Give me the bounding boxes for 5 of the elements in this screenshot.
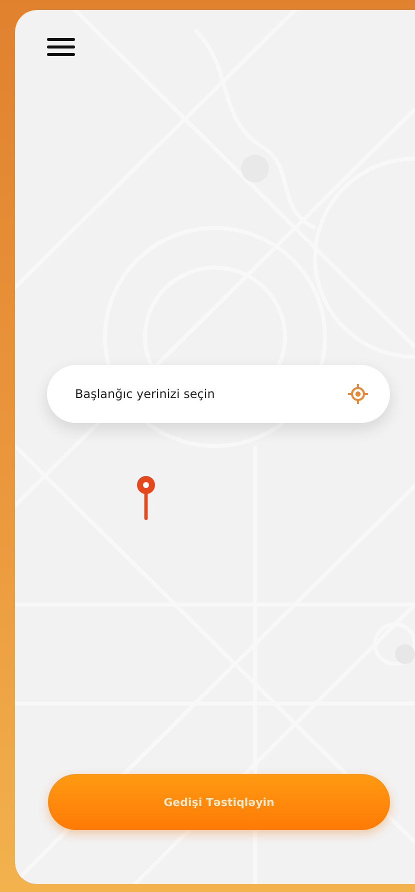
locate-icon[interactable]	[348, 384, 368, 404]
menu-icon[interactable]	[47, 38, 75, 56]
location-field[interactable]: Başlanğıc yerinizi seçin	[47, 365, 390, 423]
confirm-button[interactable]: Gedişi Təstiqləyin	[48, 774, 390, 830]
map-pin-icon	[136, 475, 156, 521]
